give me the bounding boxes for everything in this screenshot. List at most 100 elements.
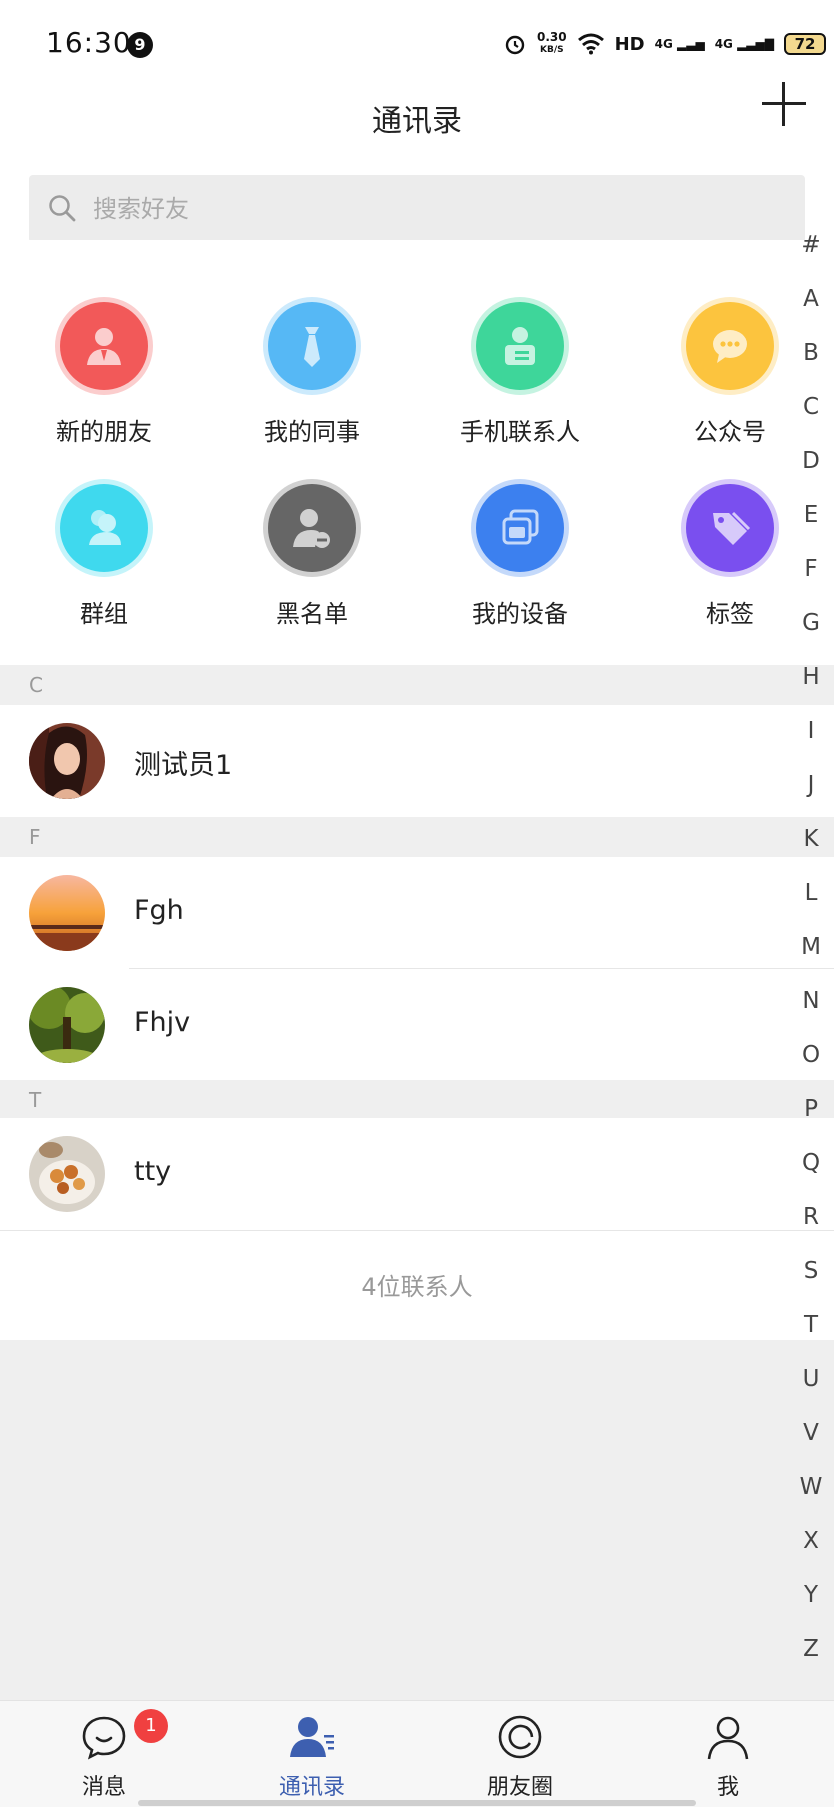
quick-label: 手机联系人 — [460, 418, 580, 446]
index-letter[interactable]: E — [796, 502, 826, 528]
contacts-screen: 16:30 9 0.30 KB/S HD 4G ▂▃▅ 4G ▂▃▅▇ 72 通… — [0, 0, 834, 1807]
hd-indicator: HD — [614, 33, 645, 55]
signal-bars-icon: ▂▃▅▇ — [737, 37, 774, 51]
quick-tags[interactable]: 标签 — [640, 479, 820, 634]
group-icon — [55, 479, 153, 577]
index-letter[interactable]: Q — [796, 1150, 826, 1176]
blacklist-icon — [263, 479, 361, 577]
index-letter[interactable]: K — [796, 826, 826, 852]
index-letter[interactable]: B — [796, 340, 826, 366]
quick-phone-contacts[interactable]: 手机联系人 — [430, 297, 610, 452]
unread-badge: 1 — [134, 1709, 168, 1743]
page-title: 通讯录 — [372, 104, 462, 139]
quick-official-accounts[interactable]: 公众号 — [640, 297, 820, 452]
chat-bubble-icon — [681, 297, 779, 395]
contacts-icon — [290, 1717, 334, 1757]
index-letter[interactable]: X — [796, 1528, 826, 1554]
alphabet-index[interactable]: # A B C D E F G H I J K L M N O P Q R S … — [794, 0, 834, 1700]
quick-label: 公众号 — [694, 418, 766, 446]
profile-icon — [707, 1716, 749, 1760]
moments-icon — [498, 1715, 542, 1759]
network-speed: 0.30 KB/S — [537, 31, 567, 57]
contact-row[interactable]: Fhjv — [0, 969, 834, 1081]
phone-contact-icon — [471, 297, 569, 395]
index-letter[interactable]: P — [796, 1096, 826, 1122]
quick-new-friend[interactable]: 新的朋友 — [14, 297, 194, 452]
quick-label: 标签 — [706, 600, 754, 628]
search-bar[interactable] — [29, 175, 805, 243]
index-letter[interactable]: L — [796, 880, 826, 906]
index-letter[interactable]: O — [796, 1042, 826, 1068]
sim1-signal: 4G ▂▃▅ — [655, 37, 705, 51]
quick-label: 我的设备 — [472, 600, 568, 628]
section-header-t: T — [0, 1080, 834, 1120]
index-letter[interactable]: Y — [796, 1582, 826, 1608]
quick-groups[interactable]: 群组 — [14, 479, 194, 634]
index-letter[interactable]: R — [796, 1204, 826, 1230]
wifi-icon — [577, 33, 604, 55]
index-letter[interactable]: V — [796, 1420, 826, 1446]
section-letter: C — [29, 673, 43, 697]
notification-count-badge: 9 — [127, 32, 153, 58]
contact-row[interactable]: Fgh — [0, 857, 834, 969]
index-letter[interactable]: S — [796, 1258, 826, 1284]
message-icon — [82, 1716, 126, 1760]
quick-label: 黑名单 — [276, 600, 348, 628]
index-letter[interactable]: N — [796, 988, 826, 1014]
alarm-icon — [505, 35, 525, 55]
index-letter[interactable]: A — [796, 286, 826, 312]
search-input[interactable] — [93, 175, 773, 243]
avatar — [29, 987, 105, 1063]
quick-colleagues[interactable]: 我的同事 — [222, 297, 402, 452]
contact-row[interactable]: tty — [0, 1118, 834, 1230]
bottom-tab-bar: 1 消息 通讯录 朋友圈 我 — [0, 1700, 834, 1807]
tab-contacts[interactable]: 通讯录 — [208, 1701, 416, 1807]
index-letter[interactable]: J — [796, 772, 826, 798]
section-header-f: F — [0, 817, 834, 857]
status-icons: 0.30 KB/S HD 4G ▂▃▅ 4G ▂▃▅▇ 72 — [503, 26, 826, 62]
quick-my-devices[interactable]: 我的设备 — [430, 479, 610, 634]
index-letter[interactable]: W — [796, 1474, 826, 1500]
devices-icon — [471, 479, 569, 577]
tab-moments[interactable]: 朋友圈 — [416, 1701, 624, 1807]
contact-row[interactable]: 测试员1 — [0, 705, 834, 817]
index-letter[interactable]: G — [796, 610, 826, 636]
quick-blacklist[interactable]: 黑名单 — [222, 479, 402, 634]
index-letter[interactable]: T — [796, 1312, 826, 1338]
new-friend-icon — [55, 297, 153, 395]
quick-actions-grid: 新的朋友 我的同事 手机联系人 公众号 群组 黑名单 我的设备 标签 — [0, 240, 834, 665]
index-letter[interactable]: C — [796, 394, 826, 420]
tab-messages[interactable]: 1 消息 — [0, 1701, 208, 1807]
avatar — [29, 723, 105, 799]
section-letter: F — [29, 825, 41, 849]
tie-icon — [263, 297, 361, 395]
contact-name: tty — [134, 1156, 172, 1187]
avatar — [29, 875, 105, 951]
quick-label: 群组 — [80, 600, 128, 628]
tab-label: 朋友圈 — [486, 1775, 553, 1800]
contact-name: Fgh — [134, 895, 184, 926]
sim1-label: 4G — [654, 37, 673, 51]
index-letter[interactable]: Z — [796, 1636, 826, 1662]
quick-label: 我的同事 — [264, 418, 360, 446]
index-letter[interactable]: M — [796, 934, 826, 960]
index-letter[interactable]: F — [796, 556, 826, 582]
index-letter[interactable]: H — [796, 664, 826, 690]
status-time: 16:30 — [46, 26, 132, 59]
index-letter[interactable]: D — [796, 448, 826, 474]
section-letter: T — [29, 1088, 42, 1112]
tab-me[interactable]: 我 — [624, 1701, 832, 1807]
network-speed-unit: KB/S — [539, 45, 564, 55]
index-letter[interactable]: U — [796, 1366, 826, 1392]
contact-name: 测试员1 — [134, 750, 233, 781]
index-letter[interactable]: I — [796, 718, 826, 744]
avatar — [29, 1136, 105, 1212]
search-icon — [49, 195, 76, 222]
sim2-signal: 4G ▂▃▅▇ — [715, 37, 774, 51]
signal-bars-icon: ▂▃▅ — [677, 37, 705, 51]
contact-name: Fhjv — [134, 1007, 191, 1038]
contact-count-footer: 4位联系人 — [0, 1230, 834, 1340]
home-indicator[interactable] — [138, 1800, 696, 1806]
index-letter[interactable]: # — [796, 232, 826, 258]
tab-label: 通讯录 — [278, 1775, 345, 1800]
